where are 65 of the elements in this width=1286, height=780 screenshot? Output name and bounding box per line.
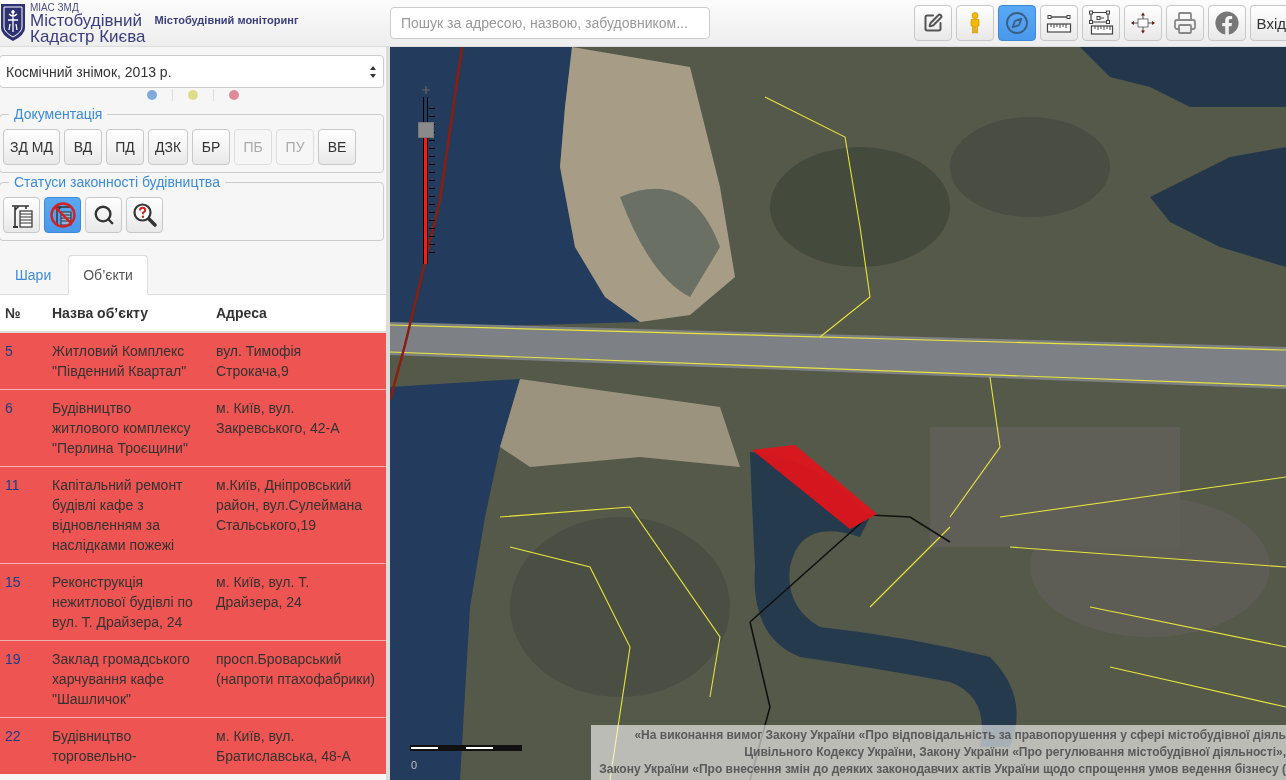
tab[interactable]: Об’єкти (68, 255, 148, 295)
tab[interactable]: Шари (0, 255, 67, 295)
toolbar-button[interactable] (1207, 5, 1246, 41)
table-cell: м. Київ, вул. Закревського, 42-А (208, 389, 386, 467)
table-cell: м.Київ, Дніпровський район, вул.Сулеймана Стальського,19 (208, 466, 386, 564)
app-title: Містобудівний Кадастр Києва (30, 13, 146, 45)
table-row[interactable]: 11 Капітальний ремонт будівлі кафе з відновленням за наслідками пожежі м.Київ, Дніпровський район, вул.Сулеймана Стальського,19 (0, 466, 386, 564)
shield-logo-icon (0, 2, 26, 42)
object-number-link[interactable]: 22 (5, 728, 21, 744)
object-number-link[interactable]: 11 (5, 477, 20, 493)
table-cell: Капітальний ремонт будівлі кафе з відновленням за наслідками пожежі (44, 466, 208, 564)
table-row[interactable]: 19 Заклад громадського харчування кафе "Шашличок" просп.Броварський (напроти птахофабрики) (0, 640, 386, 718)
organization-name: МІАС ЗМД (30, 2, 80, 13)
toolbar-button[interactable] (1081, 5, 1120, 41)
toolbar-button[interactable] (913, 5, 952, 41)
table-cell: Реконструкція нежитлової будівлі по вул. Т. Драйзера, 24 (44, 563, 208, 641)
person-icon (968, 12, 981, 34)
facebook-icon (1214, 11, 1239, 35)
panel-legend: Статуси законності будівництва (9, 173, 225, 191)
table-row[interactable]: 15 Реконструкція нежитлової будівлі по вул. Т. Драйзера, 24 м. Київ, вул. Т. Драйзера, 24 (0, 563, 386, 641)
search-help-icon (131, 202, 158, 228)
table-cell: вул. Тимофія Строкача,9 (208, 332, 386, 390)
document-type-button[interactable]: ВД (64, 129, 102, 165)
status-filter-button[interactable] (85, 197, 122, 233)
table-row[interactable]: 5 Житловий Комплекс "Південний Квартал" вул. Тимофія Строкача,9 (0, 332, 386, 390)
table-cell: м. Київ, вул. Братиславська, 48-А (208, 717, 386, 774)
status-filter-button[interactable] (126, 197, 163, 233)
edit-icon (922, 13, 943, 33)
select-arrows-icon (369, 64, 377, 79)
document-type-button[interactable]: ДЗК (148, 129, 189, 165)
document-type-button[interactable]: ВЕ (318, 129, 357, 165)
panel-legend: Документація (9, 105, 108, 123)
scale-label: 0 (411, 759, 418, 771)
object-number-link[interactable]: 5 (5, 343, 13, 359)
zoom-slider[interactable] (417, 97, 435, 264)
compass-icon (1004, 11, 1029, 35)
document-type-button[interactable]: ЗД МД (3, 129, 60, 165)
table-cell: просп.Броварський (напроти птахофабрики) (208, 640, 386, 718)
no-construction-icon (48, 201, 77, 229)
object-number-link[interactable]: 15 (5, 574, 21, 590)
move-icon (1129, 12, 1156, 34)
basemap-select[interactable]: Космічний знімок, 2013 р. (0, 55, 384, 88)
table-cell: Заклад громадського харчування кафе "Шашличок" (44, 640, 208, 718)
object-number-link[interactable]: 19 (5, 651, 21, 667)
table-cell: Житловий Комплекс "Південний Квартал" (44, 332, 208, 390)
toolbar-button[interactable] (1039, 5, 1078, 41)
toolbar-button[interactable] (997, 5, 1036, 41)
printer-icon (1172, 11, 1197, 35)
app-subtitle: Містобудівний моніторинг (154, 14, 299, 26)
table-cell: Будівництво торговельно- (44, 717, 208, 774)
table-cell: м. Київ, вул. Т. Драйзера, 24 (208, 563, 386, 641)
table-row[interactable]: 22 Будівництво торговельно- м. Київ, вул. Братиславська, 48-А (0, 717, 386, 774)
search-icon (92, 204, 115, 226)
document-type-button[interactable]: БР (192, 129, 231, 165)
login-button[interactable]: Вхід (1249, 5, 1286, 41)
search-field[interactable]: Пошук за адресою, назвою, забудовником... (390, 7, 710, 39)
table-row[interactable]: 6 Будівництво житлового комплексу "Перлина Троєщини" м. Київ, вул. Закревського, 42-А (0, 389, 386, 467)
legal-notice: «На виконання вимог Закону України «Про відповідальність за правопорушення у сфері містобудівної діяль Цивільного Кодексу України, Закону України «Про регулювання містобудівної діяльності», Закону України «Про внесення змін до деяких законодавчих актів України щодо спрощення умов ведення бізнесу ( (591, 725, 1286, 780)
document-type-button[interactable]: ПД (106, 129, 144, 165)
area-ruler-icon (1087, 10, 1114, 36)
ruler-icon (1045, 12, 1072, 34)
table-cell: Будівництво житлового комплексу "Перлина Троєщини" (44, 389, 208, 467)
object-number-link[interactable]: 6 (5, 400, 13, 416)
zoom-slider-thumb[interactable] (418, 122, 434, 139)
status-filter-button[interactable] (3, 197, 40, 233)
